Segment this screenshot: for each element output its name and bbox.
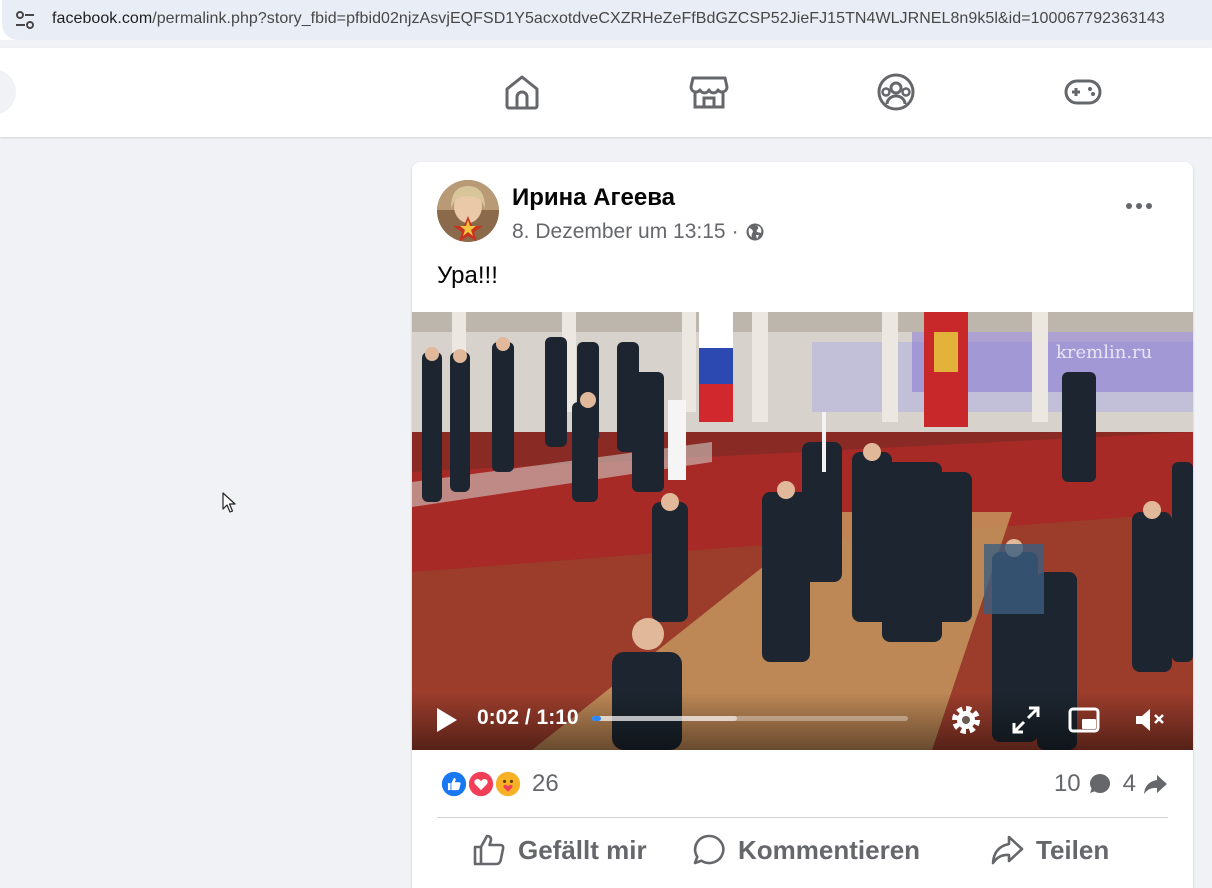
video-controls: 0:02 / 1:10 bbox=[412, 692, 1193, 750]
url-host: facebook.com bbox=[52, 10, 153, 27]
share-button[interactable]: Teilen bbox=[990, 826, 1109, 874]
video-watermark: kremlin.ru bbox=[1056, 342, 1153, 363]
site-info-icon[interactable] bbox=[14, 10, 36, 30]
shares-count[interactable]: 4 bbox=[1123, 770, 1168, 798]
video-buffer-bar bbox=[592, 716, 738, 721]
like-button-label: Gefällt mir bbox=[518, 834, 647, 865]
browser-address-bar: facebook.com/permalink.php?story_fbid=pf… bbox=[0, 0, 1212, 40]
video-player[interactable]: kremlin.ru 0:02 / 1:10 bbox=[412, 312, 1193, 750]
post-card: Ирина Агеева 8. Dezember um 13:15 · Ура!… bbox=[412, 162, 1193, 888]
engagement-counts: 10 4 bbox=[1054, 768, 1168, 800]
omnibox[interactable]: facebook.com/permalink.php?story_fbid=pf… bbox=[2, 0, 1212, 40]
video-time: 0:02 / 1:10 bbox=[477, 706, 579, 729]
share-icon bbox=[991, 835, 1024, 865]
gaming-icon[interactable] bbox=[1063, 72, 1103, 112]
video-progress-fill bbox=[592, 716, 602, 721]
video-progress-bar[interactable] bbox=[592, 716, 908, 721]
reaction-count: 26 bbox=[532, 770, 559, 797]
play-icon[interactable] bbox=[434, 705, 460, 735]
muted-speaker-icon[interactable] bbox=[1132, 702, 1168, 738]
love-reaction-icon bbox=[466, 769, 496, 799]
comments-count-value: 10 bbox=[1053, 770, 1081, 797]
share-button-label: Teilen bbox=[1036, 834, 1110, 865]
groups-icon[interactable] bbox=[876, 72, 916, 112]
marketplace-icon[interactable] bbox=[689, 72, 729, 112]
post-actions: Gefällt mir Kommentieren Teilen bbox=[437, 826, 1168, 874]
reactions-summary[interactable]: 26 bbox=[439, 768, 559, 800]
divider bbox=[437, 817, 1168, 818]
comment-button-label: Kommentieren bbox=[738, 834, 921, 865]
comment-bubble-icon bbox=[1089, 773, 1110, 793]
video-frame bbox=[412, 312, 1193, 750]
settings-gear-icon[interactable] bbox=[948, 702, 984, 738]
fullscreen-icon[interactable] bbox=[1008, 702, 1044, 738]
facebook-top-nav bbox=[0, 48, 1212, 137]
meta-separator: · bbox=[731, 220, 739, 243]
url-path: /permalink.php?story_fbid=pfbid02njzAsvj… bbox=[152, 10, 1165, 27]
comment-icon bbox=[693, 834, 725, 865]
more-options-icon[interactable] bbox=[1124, 196, 1154, 216]
post-meta: 8. Dezember um 13:15 · bbox=[512, 220, 765, 244]
like-reaction-icon bbox=[439, 769, 469, 799]
comments-count[interactable]: 10 bbox=[1054, 770, 1113, 798]
home-icon[interactable] bbox=[502, 72, 542, 112]
shares-count-value: 4 bbox=[1122, 770, 1136, 797]
comment-button[interactable]: Kommentieren bbox=[692, 826, 920, 874]
url-text[interactable]: facebook.com/permalink.php?story_fbid=pf… bbox=[52, 10, 1165, 28]
care-reaction-icon bbox=[493, 769, 523, 799]
share-arrow-icon bbox=[1144, 775, 1167, 794]
mouse-cursor-icon bbox=[222, 492, 236, 513]
globe-icon[interactable] bbox=[745, 222, 765, 242]
post-timestamp[interactable]: 8. Dezember um 13:15 bbox=[512, 220, 726, 244]
post-author-name[interactable]: Ирина Агеева bbox=[512, 184, 675, 212]
author-avatar[interactable] bbox=[437, 180, 499, 242]
like-button[interactable]: Gefällt mir bbox=[472, 826, 647, 874]
search-button[interactable] bbox=[0, 69, 16, 115]
picture-in-picture-icon[interactable] bbox=[1066, 702, 1102, 738]
thumbs-up-icon bbox=[473, 834, 505, 866]
post-text: Ура!!! bbox=[437, 262, 498, 289]
